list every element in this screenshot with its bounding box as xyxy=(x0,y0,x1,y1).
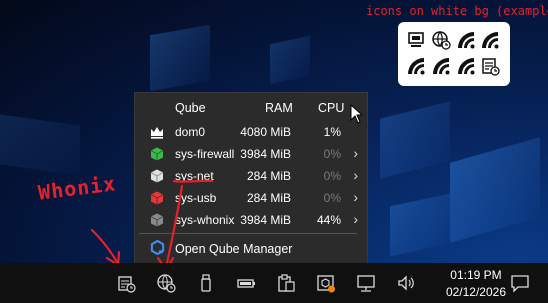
whonix-annotation: Whonix xyxy=(36,171,118,205)
wallpaper-shard xyxy=(450,137,540,243)
network-icon xyxy=(408,32,424,47)
wallpaper-shard xyxy=(270,35,310,85)
wifi-icon xyxy=(458,32,475,49)
example-icons-panel xyxy=(398,22,510,86)
chevron-right-icon[interactable]: › xyxy=(353,145,358,161)
qube-row-sys-whonix[interactable]: sys-whonix 3984 MiB 44% › xyxy=(135,209,367,231)
qube-name: sys-firewall xyxy=(175,147,235,161)
qube-cpu: 0% xyxy=(323,191,341,205)
qube-row-sys-firewall[interactable]: sys-firewall 3984 MiB 0% › xyxy=(135,143,367,165)
menu-header: Qube RAM CPU xyxy=(135,93,367,121)
clock-time: 01:19 PM xyxy=(450,268,502,282)
qube-name: sys-usb xyxy=(175,191,217,205)
clipboard-icon[interactable] xyxy=(276,273,296,293)
cube-icon xyxy=(150,213,164,227)
qube-cpu: 1% xyxy=(323,125,341,139)
qube-ram: 3984 MiB xyxy=(240,213,291,227)
wallpaper-shard xyxy=(380,101,450,179)
qube-row-dom0[interactable]: dom0 4080 MiB 1% xyxy=(135,121,367,143)
open-qube-manager-label: Open Qube Manager xyxy=(175,242,293,256)
usb-drive-icon[interactable] xyxy=(196,273,216,293)
qube-cpu: 0% xyxy=(323,169,341,183)
battery-icon[interactable] xyxy=(236,273,256,293)
example-annotation-label: icons on white bg (example) xyxy=(366,4,548,18)
header-qube: Qube xyxy=(175,101,206,115)
clock-date: 02/12/2026 xyxy=(445,285,506,299)
wifi-icon xyxy=(482,32,499,49)
open-qube-manager-item[interactable]: Open Qube Manager xyxy=(135,237,367,261)
header-ram: RAM xyxy=(265,101,293,115)
qube-cpu: 44% xyxy=(316,213,341,227)
wifi-icon xyxy=(458,58,475,75)
wifi-icon xyxy=(433,58,450,75)
qube-ram: 284 MiB xyxy=(246,191,291,205)
qube-row-sys-usb[interactable]: sys-usb 284 MiB 0% › xyxy=(135,187,367,209)
qube-ram: 4080 MiB xyxy=(240,125,291,139)
globe-clock-icon[interactable] xyxy=(156,273,176,293)
mouse-cursor-icon xyxy=(350,104,364,124)
system-clock[interactable]: 01:19 PM 02/12/2026 xyxy=(446,267,506,301)
chevron-right-icon[interactable]: › xyxy=(353,211,358,227)
cube-alert-icon[interactable] xyxy=(316,273,336,293)
crown-icon xyxy=(151,127,163,139)
globe-clock-icon xyxy=(432,31,451,50)
chevron-right-icon[interactable]: › xyxy=(353,167,358,183)
notification-icon[interactable] xyxy=(510,273,530,293)
qube-name: sys-whonix xyxy=(175,213,235,227)
wallpaper-shard xyxy=(390,193,450,257)
qube-name: sys-net xyxy=(175,169,214,183)
wallpaper-shard xyxy=(150,24,210,92)
qube-cpu: 0% xyxy=(323,147,341,161)
qube-row-sys-net[interactable]: sys-net 284 MiB 0% › xyxy=(135,165,367,187)
qube-ram: 284 MiB xyxy=(246,169,291,183)
header-cpu: CPU xyxy=(318,101,345,115)
calendar-clock-icon xyxy=(482,58,500,76)
network-monitor-icon[interactable] xyxy=(356,273,376,293)
taskbar: 01:19 PM 02/12/2026 xyxy=(0,263,548,303)
qubes-logo-icon xyxy=(150,240,165,255)
cube-icon xyxy=(150,169,164,183)
calendar-clock-icon[interactable] xyxy=(116,273,136,293)
cube-icon xyxy=(150,191,164,205)
cube-icon xyxy=(150,147,164,161)
wifi-icon xyxy=(408,58,425,75)
qube-name: dom0 xyxy=(175,125,206,139)
qube-ram: 3984 MiB xyxy=(240,147,291,161)
qube-domains-menu: Qube RAM CPU dom0 4080 MiB 1% sys-firewa… xyxy=(134,92,368,266)
wallpaper-shard xyxy=(0,114,80,176)
volume-icon[interactable] xyxy=(396,273,416,293)
chevron-right-icon[interactable]: › xyxy=(353,189,358,205)
menu-separator xyxy=(139,233,357,234)
